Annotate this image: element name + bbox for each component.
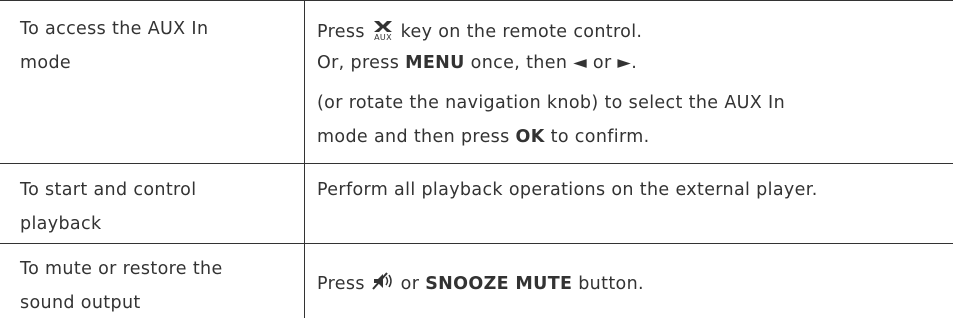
desc-text: once, then ◄ or ►. — [470, 53, 638, 73]
desc-text: Or, press — [317, 53, 400, 73]
row-description-line: Or, press MENU once, then ◄ or ►. — [317, 53, 637, 73]
mute-icon — [371, 271, 395, 298]
desc-text: to confirm. — [550, 127, 650, 147]
aux-input-icon: AUX — [371, 19, 395, 46]
row-description-line: Press AUX key on the remote control. — [317, 19, 642, 46]
row-action-line: mode — [20, 53, 72, 73]
row-action-line: To start and control — [20, 180, 197, 200]
menu-key-label: MENU — [405, 53, 465, 73]
column-divider — [304, 0, 305, 318]
row-action-line: playback — [20, 214, 102, 234]
row-description-line: Press or SNOOZE MUTE button. — [317, 271, 644, 298]
desc-text: button. — [578, 274, 644, 294]
svg-text:AUX: AUX — [374, 33, 392, 41]
desc-text: Press — [317, 22, 365, 42]
row-description-line: mode and then press OK to confirm. — [317, 127, 650, 147]
row-action-line: To mute or restore the — [20, 259, 223, 279]
desc-text: Press — [317, 274, 365, 294]
row-action-line: sound output — [20, 293, 141, 313]
desc-text: or — [400, 274, 420, 294]
desc-text: key on the remote control. — [400, 22, 643, 42]
row-action-line: To access the AUX In — [20, 19, 209, 39]
row-divider — [0, 243, 953, 244]
snooze-mute-key-label: SNOOZE MUTE — [425, 274, 573, 294]
table-top-border — [0, 0, 953, 1]
row-divider — [0, 163, 953, 164]
ok-key-label: OK — [515, 127, 545, 147]
desc-text: mode and then press — [317, 127, 510, 147]
row-description-line: Perform all playback operations on the e… — [317, 180, 818, 200]
row-description-line: (or rotate the navigation knob) to selec… — [317, 93, 786, 113]
